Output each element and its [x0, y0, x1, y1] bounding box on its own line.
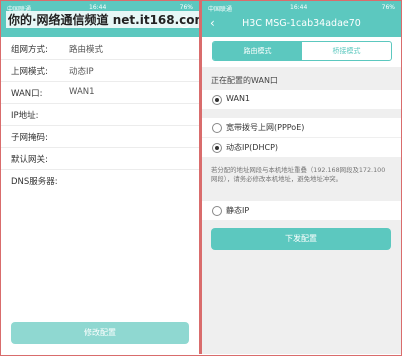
- left-screen: 中国联通 16:44 76% 你的·网络通信频道 net.it168.com 组…: [1, 1, 199, 354]
- radio-selected-icon: [212, 95, 222, 105]
- mode-segmented-control: 路由模式 桥接模式: [212, 41, 392, 61]
- option-dhcp[interactable]: 动态IP(DHCP): [202, 138, 401, 157]
- time-text: 16:44: [89, 4, 107, 11]
- info-row-network-mode: 组网方式: 路由模式: [1, 37, 199, 60]
- option-label: 静态IP: [226, 206, 250, 215]
- right-screen: 中国联通 16:44 76% ‹ H3C MSG-1cab34adae70 路由…: [202, 1, 401, 354]
- info-row-subnet: 子网掩码:: [1, 125, 199, 148]
- row-value: 路由模式: [69, 45, 104, 55]
- row-value: WAN1: [69, 87, 95, 97]
- tab-bridge-mode[interactable]: 桥接模式: [302, 42, 391, 60]
- radio-icon: [212, 206, 222, 216]
- tab-router-mode[interactable]: 路由模式: [213, 42, 302, 60]
- row-label: DNS服务器:: [11, 177, 58, 187]
- watermark-text: 你的·网络通信频道 net.it168.com: [6, 11, 199, 28]
- info-row-gateway: 默认网关:: [1, 147, 199, 170]
- carrier-text: 中国联通: [208, 6, 233, 13]
- page-title: H3C MSG-1cab34adae70: [242, 18, 361, 29]
- radio-icon: [212, 123, 222, 133]
- info-row-ip: IP地址:: [1, 103, 199, 126]
- row-label: 上网模式:: [11, 67, 48, 77]
- info-row-wan: WAN口: WAN1: [1, 81, 199, 104]
- row-value: 动态IP: [69, 67, 94, 77]
- option-pppoe[interactable]: 宽带拨号上网(PPPoE): [202, 118, 401, 137]
- time-text: 16:44: [290, 4, 308, 11]
- nav-bar: ‹ H3C MSG-1cab34adae70: [202, 13, 401, 37]
- wan-option[interactable]: WAN1: [202, 90, 401, 109]
- option-static-ip[interactable]: 静态IP: [202, 201, 401, 220]
- info-row-dns: DNS服务器:: [1, 169, 199, 191]
- row-label: 默认网关:: [11, 155, 48, 165]
- battery-text: 76%: [179, 4, 193, 11]
- row-label: 组网方式:: [11, 45, 48, 55]
- apply-config-button[interactable]: 下发配置: [211, 228, 391, 250]
- option-label: 动态IP(DHCP): [226, 143, 279, 152]
- row-label: IP地址:: [11, 111, 39, 121]
- wan-option-label: WAN1: [226, 94, 251, 103]
- info-row-internet-mode: 上网模式: 动态IP: [1, 59, 199, 82]
- battery-text: 76%: [381, 4, 395, 11]
- status-bar: 中国联通 16:44 76%: [202, 1, 401, 13]
- radio-selected-icon: [212, 143, 222, 153]
- modify-config-button[interactable]: 修改配置: [11, 322, 189, 344]
- row-label: WAN口:: [11, 89, 43, 99]
- right-header: 中国联通 16:44 76% ‹ H3C MSG-1cab34adae70: [202, 1, 401, 37]
- address-conflict-note: 若分配的地址网段与本机地址重叠（192.168网段及172.100网段），请务必…: [211, 166, 386, 183]
- option-label: 宽带拨号上网(PPPoE): [226, 123, 305, 132]
- wan-caption: 正在配置的WAN口: [211, 76, 278, 85]
- row-label: 子网掩码:: [11, 133, 48, 143]
